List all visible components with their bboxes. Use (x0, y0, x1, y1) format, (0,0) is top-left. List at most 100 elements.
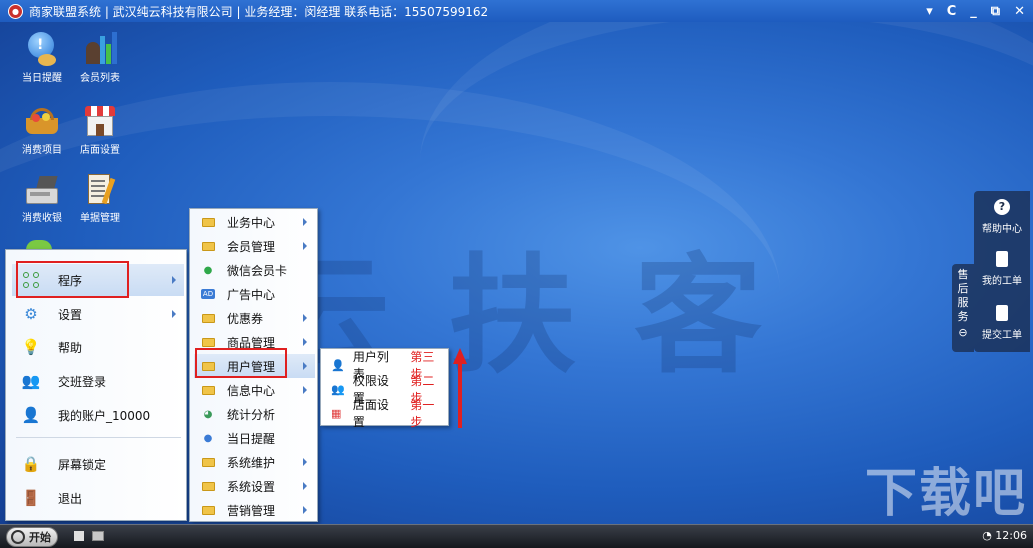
chevron-right-icon (303, 458, 307, 466)
clock: ◔ 12:06 (982, 529, 1027, 542)
desktop-icon-label: 店面设置 (80, 145, 120, 156)
folder-icon (200, 335, 216, 349)
program-item-statistics[interactable]: ◕ 统计分析 (194, 402, 315, 426)
exit-door-icon: 🚪 (21, 489, 41, 507)
start-button[interactable]: 开始 (6, 527, 58, 547)
start-menu-label: 帮助 (58, 340, 83, 355)
start-menu-item-exit[interactable]: 🚪 退出 (12, 482, 184, 514)
desktop-icon-label: 会员列表 (80, 73, 120, 84)
desktop-icon-label: 单据管理 (80, 213, 120, 224)
help-center-button[interactable]: ? 帮助中心 (974, 199, 1030, 235)
program-item-daily-reminder[interactable]: ● 当日提醒 (194, 426, 315, 450)
start-menu-item-settings[interactable]: ⚙ 设置 (12, 298, 184, 330)
taskbar: 开始 ◔ 12:06 (0, 524, 1033, 548)
program-item-system-maintenance[interactable]: 系统维护 (194, 450, 315, 474)
side-label-char: 服 (957, 296, 969, 309)
chevron-right-icon (303, 482, 307, 490)
program-item-label: 会员管理 (227, 239, 276, 254)
collapse-arrow-icon[interactable]: ⊖ (952, 326, 974, 340)
program-item-label: 广告中心 (227, 287, 276, 302)
refresh-icon[interactable]: C (947, 4, 957, 19)
chart-icon: ◕ (203, 408, 213, 420)
program-item-info-center[interactable]: 信息中心 (194, 378, 315, 402)
clipboard-icon (996, 251, 1008, 267)
chevron-right-icon (303, 242, 307, 250)
desktop-icon-label: 当日提醒 (22, 73, 62, 84)
chevron-right-icon (303, 314, 307, 322)
desktop-icon-label: 消费收银 (22, 213, 62, 224)
desktop-icon-store-settings[interactable]: 店面设置 (72, 104, 128, 156)
program-item-member-management[interactable]: 会员管理 (194, 234, 315, 258)
power-icon (11, 530, 25, 544)
wechat-icon: ● (203, 264, 213, 276)
desktop-icon-cashier[interactable]: 消费收银 (14, 172, 70, 224)
program-item-business-center[interactable]: 业务中心 (194, 210, 315, 234)
submit-ticket-button[interactable]: 提交工单 (974, 305, 1030, 341)
show-desktop-icon[interactable] (74, 531, 84, 541)
folder-icon (200, 455, 216, 469)
chevron-right-icon (303, 362, 307, 370)
program-item-label: 系统设置 (227, 479, 276, 494)
folder-icon (200, 215, 216, 229)
annotation-arrow-up-icon (453, 348, 467, 428)
folder-icon (200, 383, 216, 397)
program-item-label: 当日提醒 (227, 431, 276, 446)
side-label-char: 务 (957, 310, 969, 323)
user-icon: 👤 (331, 358, 345, 372)
desktop-icon-reminder[interactable]: ! 当日提醒 (14, 32, 70, 84)
after-sales-tab[interactable]: 售 后 服 务 ⊖ (952, 264, 974, 352)
ad-icon: AD (200, 289, 216, 299)
step-annotation: 第一步 (410, 398, 435, 429)
annotation-box-programs (16, 261, 129, 298)
desktop-icon-consumption-items[interactable]: 消费项目 (14, 104, 70, 156)
start-menu-item-help[interactable]: 💡 帮助 (12, 331, 184, 363)
key-users-icon: 👥 (331, 382, 345, 396)
help-center-label: 帮助中心 (982, 224, 1022, 235)
program-item-coupons[interactable]: 优惠券 (194, 306, 315, 330)
start-menu-item-screen-lock[interactable]: 🔒 屏幕锁定 (12, 448, 184, 480)
folder-icon (200, 503, 216, 517)
minimize-icon[interactable]: _ (970, 4, 977, 19)
my-tickets-label: 我的工单 (982, 276, 1022, 287)
folder-icon (200, 311, 216, 325)
chevron-right-icon (303, 338, 307, 346)
program-item-label: 微信会员卡 (227, 263, 288, 278)
start-menu-item-my-account[interactable]: 👤 我的账户_10000 (12, 399, 184, 431)
corner-watermark: 下载吧 (864, 464, 1027, 524)
desktop-icon-label: 消费项目 (22, 145, 62, 156)
taskbar-app-icon[interactable] (92, 531, 104, 541)
program-item-marketing[interactable]: 营销管理 (194, 498, 315, 522)
lightbulb-icon: 💡 (21, 338, 41, 356)
program-item-system-settings[interactable]: 系统设置 (194, 474, 315, 498)
user-submenu-item-store-settings[interactable]: ▦ 店面设置 第一步 (325, 398, 446, 429)
program-item-wechat-card[interactable]: ● 微信会员卡 (194, 258, 315, 282)
lock-icon: 🔒 (21, 455, 41, 473)
clock-time: 12:06 (995, 529, 1027, 542)
side-label-char: 售 (957, 268, 969, 281)
service-panel: ? 帮助中心 我的工单 提交工单 (974, 191, 1030, 352)
restore-icon[interactable]: ⧉ (991, 4, 1000, 19)
user-icon: 👤 (21, 406, 41, 424)
my-tickets-button[interactable]: 我的工单 (974, 251, 1030, 287)
start-menu-item-shift-login[interactable]: 👥 交班登录 (12, 365, 184, 397)
menu-separator (16, 437, 181, 438)
gear-icon: ⚙ (24, 305, 38, 323)
start-menu-label: 我的账户_10000 (58, 408, 151, 423)
start-menu-label: 设置 (58, 307, 83, 322)
close-icon[interactable]: ✕ (1014, 4, 1025, 19)
program-item-ad-center[interactable]: AD 广告中心 (194, 282, 315, 306)
program-item-label: 信息中心 (227, 383, 276, 398)
chevron-right-icon (303, 506, 307, 514)
chevron-right-icon (172, 310, 176, 318)
start-menu-label: 屏幕锁定 (58, 457, 107, 472)
submit-ticket-label: 提交工单 (982, 330, 1022, 341)
start-menu-label: 交班登录 (58, 374, 107, 389)
title-bar: ● 商家联盟系统 | 武汉纯云科技有限公司 | 业务经理：闵经理 联系电话：15… (0, 0, 1033, 22)
dropdown-icon[interactable]: ▾ (926, 4, 933, 19)
program-item-label: 营销管理 (227, 503, 276, 518)
desktop-icon-member-list[interactable]: 会员列表 (72, 32, 128, 84)
desktop-icon-document-management[interactable]: 单据管理 (72, 172, 128, 224)
program-item-label: 系统维护 (227, 455, 276, 470)
window-title: 商家联盟系统 | 武汉纯云科技有限公司 | 业务经理：闵经理 联系电话：1550… (29, 4, 489, 19)
app-logo-icon: ● (8, 3, 23, 19)
